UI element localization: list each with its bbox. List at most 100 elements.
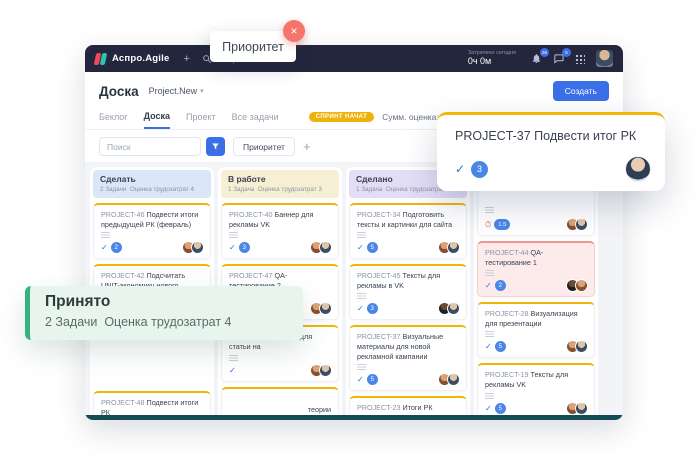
task-id: PROJECT-34 <box>357 210 401 219</box>
avatar <box>191 241 204 254</box>
task-card[interactable]: PROJECT-45 Тексты для рекламы в VK ✓3 <box>349 264 467 320</box>
close-icon[interactable]: × <box>283 20 305 42</box>
overdue-clock-icon: ⏱ <box>485 221 491 229</box>
column-title: В работе <box>228 174 332 184</box>
apps-grid-icon[interactable] <box>575 54 585 64</box>
description-icon <box>357 364 366 370</box>
chevron-down-icon: ▾ <box>200 87 204 95</box>
task-title: Итоги РК <box>403 403 433 412</box>
avatar <box>575 340 588 353</box>
window-bottom-strip <box>85 415 623 420</box>
tab-all-tasks[interactable]: Все задачи <box>232 108 279 128</box>
avatar <box>575 402 588 415</box>
task-id: PROJECT-19 <box>485 370 529 379</box>
check-icon: ✓ <box>357 243 364 252</box>
avatar <box>575 218 588 231</box>
description-icon <box>229 232 238 238</box>
task-id: PROJECT-44 <box>485 248 529 257</box>
task-id: PROJECT-46 <box>101 210 145 219</box>
column-subtitle: 2 Задачи Оценка трудозатрат 4 <box>100 186 204 193</box>
task-id: PROJECT-40 <box>229 210 273 219</box>
time-spent-value: 0ч 0м <box>468 56 516 66</box>
board-header: Доска Project.New ▾ Создать <box>85 72 623 103</box>
column-title: Сделать <box>100 174 204 184</box>
app-header: Аспро.Agile + Спринт Затрачено сегодня 0… <box>85 45 623 72</box>
column-accepted: ⏱1.5 PROJECT-44 QA-тестирование 1 ✓2 PRO… <box>474 167 598 420</box>
task-id: PROJECT-47 <box>229 271 273 280</box>
app-logo-text: Аспро.Agile <box>112 53 169 64</box>
board-selector[interactable]: Project.New ▾ <box>149 86 204 96</box>
sprint-status-badge: СПРИНТ НАЧАТ <box>309 112 375 122</box>
check-icon: ✓ <box>485 404 492 413</box>
check-icon: ✓ <box>357 375 364 384</box>
avatar <box>447 302 460 315</box>
check-icon: ✓ <box>485 342 492 351</box>
task-popup-card[interactable]: PROJECT-37 Подвести итог РК ✓ 3 <box>437 112 665 191</box>
check-icon: ✓ <box>229 243 236 252</box>
avatar <box>625 156 651 182</box>
time-tracker: Затрачено сегодня 0ч 0м <box>468 50 516 67</box>
task-popup-title: PROJECT-37 Подвести итог РК <box>455 129 647 143</box>
estimate-badge: 5 <box>495 403 506 414</box>
create-button[interactable]: Создать <box>553 81 609 101</box>
user-avatar[interactable] <box>596 50 613 67</box>
task-id: PROJECT-42 <box>101 271 145 280</box>
estimate-badge: 3 <box>367 303 378 314</box>
app-window: Аспро.Agile + Спринт Затрачено сегодня 0… <box>85 45 623 420</box>
estimate-badge: 3 <box>239 242 250 253</box>
avatar <box>319 302 332 315</box>
task-title: теории <box>308 405 331 414</box>
estimate-badge: 2 <box>111 242 122 253</box>
app-logo-icon <box>95 53 107 65</box>
estimate-badge: 5 <box>367 242 378 253</box>
task-id: PROJECT-37 <box>357 332 401 341</box>
task-card[interactable]: PROJECT-19 Тексты для рекламы VK ✓5 <box>477 363 595 419</box>
priority-tooltip: Приоритет × <box>210 31 296 62</box>
task-id: PROJECT-28 <box>485 309 529 318</box>
column-header: В работе 1 Задача Оценка трудозатрат 3 <box>221 170 339 198</box>
notifications-button[interactable]: 26 <box>531 53 542 64</box>
tab-board[interactable]: Доска <box>144 107 170 129</box>
tab-backlog[interactable]: Беклог <box>99 108 128 128</box>
tooltip-label: Приоритет <box>222 40 284 54</box>
check-icon: ✓ <box>485 281 492 290</box>
accepted-column-callout: Принято 2 Задачи Оценка трудозатрат 4 <box>25 286 303 340</box>
check-icon: ✓ <box>101 243 108 252</box>
check-icon: ✓ <box>229 366 236 375</box>
description-icon <box>485 270 494 276</box>
task-card[interactable]: PROJECT-37 Визуальные материалы для ново… <box>349 325 467 391</box>
task-card[interactable]: ⏱1.5 <box>477 186 595 236</box>
task-card[interactable]: PROJECT-34 Подготовить тексты и картинки… <box>349 203 467 259</box>
task-id: PROJECT-23 <box>357 403 401 412</box>
description-icon <box>485 331 494 337</box>
estimate-badge: 2 <box>495 280 506 291</box>
filter-button[interactable] <box>206 137 225 156</box>
avatar <box>319 241 332 254</box>
avatar <box>575 279 588 292</box>
messages-badge: 5 <box>562 48 571 57</box>
add-filter-icon[interactable]: + <box>303 139 311 154</box>
estimate-badge: 5 <box>495 341 506 352</box>
task-card[interactable]: PROJECT-28 Визуализация для презентации … <box>477 302 595 358</box>
description-icon <box>357 293 366 299</box>
messages-button[interactable]: 5 <box>553 53 564 64</box>
task-card[interactable]: PROJECT-46 Подвести итоги предыдущей РК … <box>93 203 211 259</box>
description-icon <box>357 232 366 238</box>
search-input[interactable] <box>99 137 201 156</box>
task-card[interactable]: PROJECT-40 Баннер для рекламы VK ✓3 <box>221 203 339 259</box>
column-subtitle: 1 Задача Оценка трудозатрат 3 <box>228 186 332 193</box>
column-done: Сделано 1 Задача Оценка трудозатрат PROJ… <box>346 167 470 420</box>
description-icon <box>485 393 494 399</box>
accepted-title: Принято <box>45 293 303 311</box>
avatar <box>447 373 460 386</box>
tab-project[interactable]: Проект <box>186 108 216 128</box>
notifications-badge: 26 <box>540 48 549 57</box>
description-icon <box>101 232 110 238</box>
page-title: Доска <box>99 84 139 99</box>
task-card[interactable]: PROJECT-44 QA-тестирование 1 ✓2 <box>477 241 595 297</box>
check-icon: ✓ <box>357 304 364 313</box>
estimate-badge: 5 <box>367 374 378 385</box>
avatar <box>447 241 460 254</box>
priority-filter-chip[interactable]: Приоритет <box>233 137 295 156</box>
quick-add-icon[interactable]: + <box>183 53 189 65</box>
